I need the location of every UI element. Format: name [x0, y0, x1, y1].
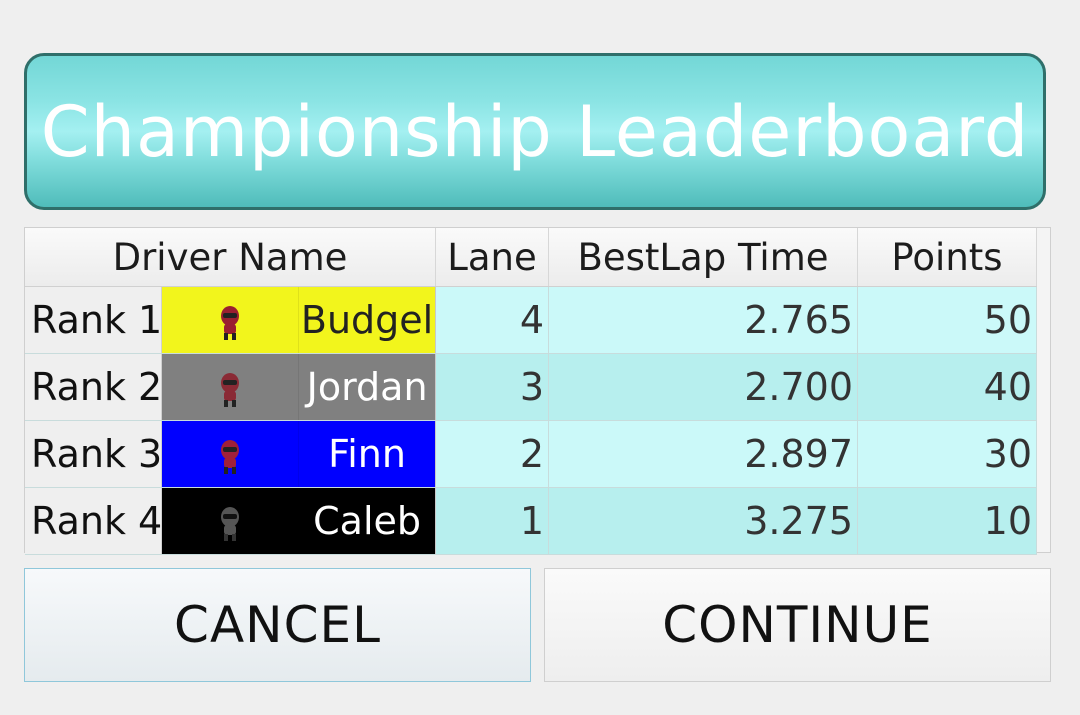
header-points: Points — [857, 228, 1037, 287]
leaderboard-table: Driver Name Lane BestLap Time Points Ran… — [25, 228, 1037, 555]
table-row: Rank 4 Caleb 1 3.275 10 — [25, 487, 1037, 555]
driver-name-cell: Jordan — [298, 353, 436, 421]
table-row: Rank 1 Budgel 4 2.765 50 — [25, 286, 1037, 354]
header-best-lap: BestLap Time — [548, 228, 858, 287]
driver-helmet-icon — [221, 506, 240, 541]
lane-cell: 3 — [435, 353, 549, 421]
points-cell: 30 — [857, 420, 1037, 488]
rank-cell: Rank 3 — [25, 420, 163, 488]
points-cell: 50 — [857, 286, 1037, 354]
table-header-row: Driver Name Lane BestLap Time Points — [25, 228, 1037, 287]
driver-name-cell: Budgel — [298, 286, 436, 354]
driver-icon-cell — [161, 420, 300, 488]
driver-name-cell: Caleb — [298, 487, 436, 555]
best-lap-cell: 2.700 — [548, 353, 858, 421]
driver-icon-cell — [161, 487, 300, 555]
table-row: Rank 2 Jordan 3 2.700 40 — [25, 353, 1037, 421]
leaderboard-table-container: Driver Name Lane BestLap Time Points Ran… — [24, 227, 1051, 555]
header-driver-name: Driver Name — [25, 228, 436, 287]
continue-button[interactable]: CONTINUE — [544, 568, 1051, 682]
points-cell: 10 — [857, 487, 1037, 555]
page-title: Championship Leaderboard — [40, 90, 1030, 173]
lane-cell: 1 — [435, 487, 549, 555]
rank-cell: Rank 1 — [25, 286, 163, 354]
rank-cell: Rank 2 — [25, 353, 163, 421]
driver-icon-cell — [161, 353, 300, 421]
leaderboard-title-banner: Championship Leaderboard — [24, 53, 1046, 210]
points-cell: 40 — [857, 353, 1037, 421]
driver-icon-cell — [161, 286, 300, 354]
driver-name-cell: Finn — [298, 420, 436, 488]
best-lap-cell: 2.765 — [548, 286, 858, 354]
lane-cell: 2 — [435, 420, 549, 488]
table-row: Rank 3 Finn 2 2.897 30 — [25, 420, 1037, 488]
driver-helmet-icon — [221, 372, 240, 407]
header-lane: Lane — [435, 228, 549, 287]
lane-cell: 4 — [435, 286, 549, 354]
driver-helmet-icon — [221, 305, 240, 340]
best-lap-cell: 2.897 — [548, 420, 858, 488]
driver-helmet-icon — [221, 439, 240, 474]
rank-cell: Rank 4 — [25, 487, 163, 555]
best-lap-cell: 3.275 — [548, 487, 858, 555]
cancel-button[interactable]: CANCEL — [24, 568, 531, 682]
